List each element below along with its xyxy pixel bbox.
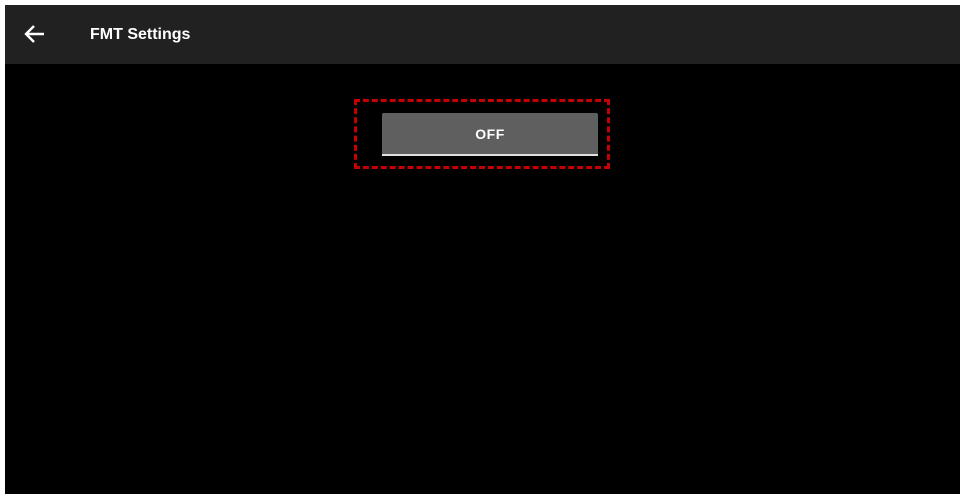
fmt-toggle-label: OFF — [475, 125, 505, 142]
app-bar: FMT Settings — [5, 5, 960, 64]
fmt-toggle-button[interactable]: OFF — [382, 113, 598, 156]
arrow-left-icon — [24, 24, 46, 44]
screen: FMT Settings OFF — [5, 5, 960, 494]
page-title: FMT Settings — [90, 26, 191, 43]
back-button[interactable] — [20, 19, 50, 49]
